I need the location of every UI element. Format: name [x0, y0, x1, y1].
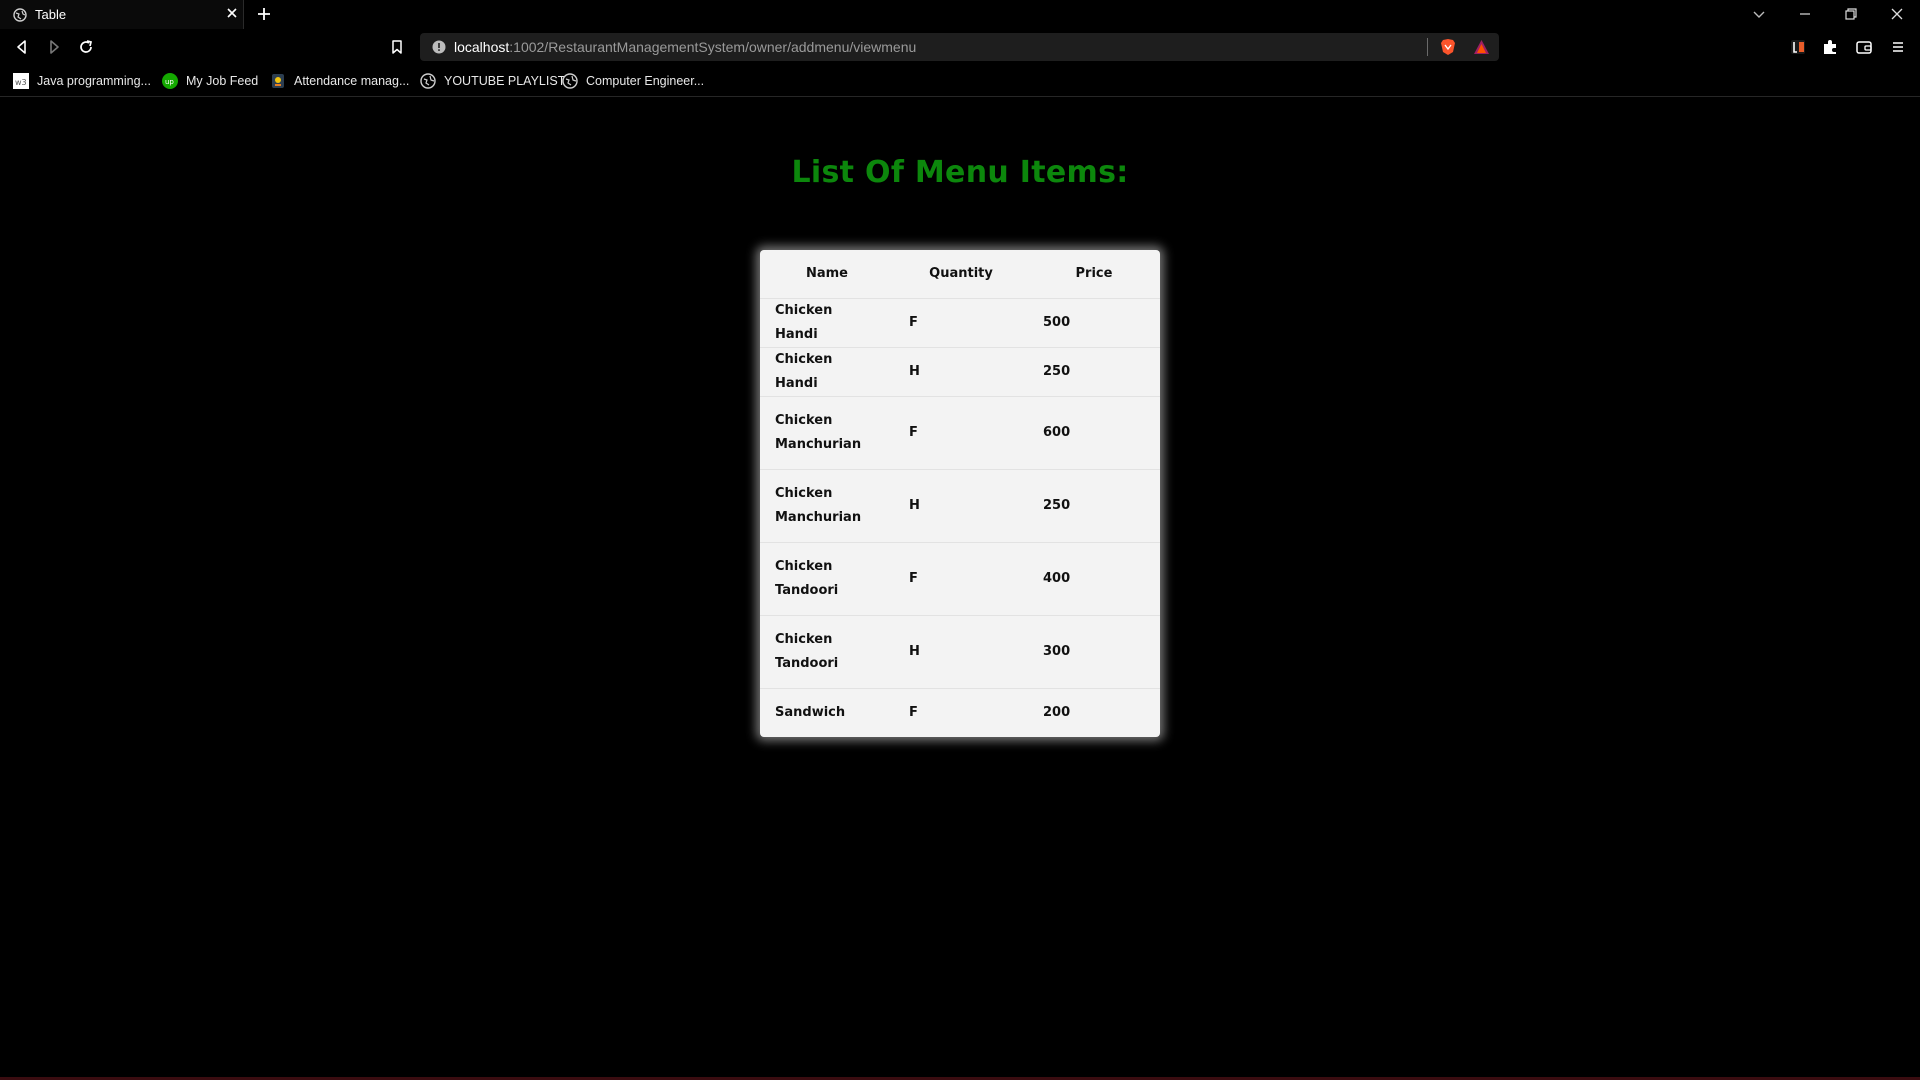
cell-quantity: F	[894, 687, 1028, 737]
table-row: Chicken Handi H 250	[760, 346, 1160, 396]
bookmark-java-programming[interactable]: w3 Java programming...	[13, 72, 151, 90]
table-row: Chicken Manchurian H 250	[760, 468, 1160, 542]
bookmark-icon[interactable]	[388, 38, 406, 56]
bookmark-label: My Job Feed	[186, 74, 259, 88]
table-row: Chicken Handi F 500	[760, 297, 1160, 347]
cell-price: 600	[1028, 395, 1160, 469]
site-info-icon[interactable]	[432, 40, 446, 54]
globe-icon	[13, 8, 27, 22]
bookmark-label: Computer Engineer...	[586, 74, 705, 88]
tab-search-icon[interactable]	[1750, 5, 1768, 23]
cell-name: Chicken Manchurian	[760, 468, 894, 542]
close-icon[interactable]	[225, 6, 239, 20]
new-tab-icon[interactable]	[256, 6, 272, 22]
brave-shield-icon[interactable]	[1440, 38, 1456, 56]
cell-quantity: F	[894, 395, 1028, 469]
globe-icon	[420, 73, 436, 89]
upwork-icon: up	[162, 73, 178, 89]
cell-name: Chicken Handi	[760, 297, 894, 347]
cell-price: 500	[1028, 297, 1160, 347]
cell-quantity: F	[894, 297, 1028, 347]
page-content: List Of Menu Items: Name Quantity Price …	[0, 98, 1920, 1080]
reload-icon[interactable]	[77, 38, 95, 56]
cell-quantity: H	[894, 468, 1028, 542]
column-header-price: Price	[1075, 266, 1113, 282]
cell-quantity: H	[894, 346, 1028, 396]
w3-icon: w3	[13, 73, 29, 89]
leo-extension-icon[interactable]	[1789, 38, 1807, 56]
menu-table-card: Name Quantity Price Chicken Handi F 500 …	[760, 250, 1160, 737]
bookmark-computer-engineer[interactable]: Computer Engineer...	[562, 72, 704, 90]
svg-text:w3: w3	[15, 78, 27, 87]
address-separator	[1427, 38, 1428, 56]
cell-price: 300	[1028, 614, 1160, 688]
table-row: Chicken Tandoori H 300	[760, 614, 1160, 688]
cell-name: Chicken Tandoori	[760, 614, 894, 688]
cell-price: 250	[1028, 468, 1160, 542]
tab-strip: Table	[0, 0, 1920, 29]
cell-name: Sandwich	[760, 687, 894, 737]
url-host: localhost	[454, 39, 510, 55]
cell-name: Chicken Tandoori	[760, 541, 894, 615]
cell-price: 200	[1028, 687, 1160, 737]
app-icon	[272, 74, 284, 88]
table-row: Chicken Tandoori F 400	[760, 541, 1160, 615]
cell-price: 250	[1028, 346, 1160, 396]
bookmarks-bar: w3 Java programming... up My Job Feed At…	[0, 66, 1920, 97]
toolbar: localhost:1002/RestaurantManagementSyste…	[0, 29, 1920, 66]
extensions-puzzle-icon[interactable]	[1821, 38, 1839, 56]
page-title: List Of Menu Items:	[791, 155, 1129, 190]
table-row: Sandwich F 200	[760, 687, 1160, 737]
address-bar[interactable]: localhost:1002/RestaurantManagementSyste…	[420, 33, 1499, 61]
globe-icon	[562, 73, 578, 89]
cell-price: 400	[1028, 541, 1160, 615]
back-icon[interactable]	[13, 38, 31, 56]
bookmark-my-job-feed[interactable]: up My Job Feed	[162, 72, 258, 90]
bookmark-label: Attendance manag...	[294, 74, 410, 88]
cell-name: Chicken Handi	[760, 346, 894, 396]
forward-icon[interactable]	[45, 38, 63, 56]
cell-name: Chicken Manchurian	[760, 395, 894, 469]
close-window-icon[interactable]	[1888, 5, 1906, 23]
bookmark-youtube-playlist[interactable]: YOUTUBE PLAYLIST	[420, 72, 565, 90]
cell-quantity: F	[894, 541, 1028, 615]
url-path: :1002/RestaurantManagementSystem/owner/a…	[509, 39, 917, 55]
bookmark-label: YOUTUBE PLAYLIST	[444, 74, 566, 88]
cell-quantity: H	[894, 614, 1028, 688]
tab-title: Table	[35, 7, 67, 22]
column-header-name: Name	[805, 266, 848, 282]
column-header-quantity: Quantity	[929, 266, 993, 282]
menu-table: Name Quantity Price Chicken Handi F 500 …	[760, 250, 1160, 737]
brave-rewards-icon[interactable]	[1473, 39, 1490, 55]
bookmark-label: Java programming...	[37, 74, 151, 88]
wallet-icon[interactable]	[1855, 38, 1873, 56]
tab-table[interactable]: Table	[0, 0, 244, 29]
menu-icon[interactable]	[1889, 38, 1907, 56]
table-row: Chicken Manchurian F 600	[760, 395, 1160, 469]
table-header-row: Name Quantity Price	[760, 250, 1160, 298]
bookmark-attendance[interactable]: Attendance manag...	[270, 72, 409, 90]
minimize-icon[interactable]	[1796, 5, 1814, 23]
svg-text:up: up	[165, 78, 174, 86]
url-text[interactable]: localhost:1002/RestaurantManagementSyste…	[454, 39, 916, 55]
restore-icon[interactable]	[1842, 5, 1860, 23]
